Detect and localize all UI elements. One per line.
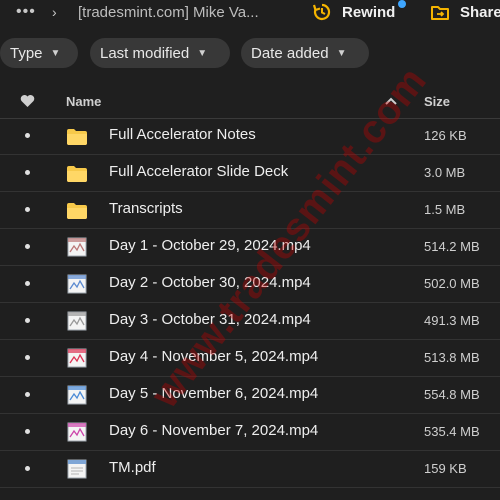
folder-icon <box>67 166 87 182</box>
file-size: 1.5 MB <box>424 202 466 217</box>
file-name: TM.pdf <box>109 459 156 476</box>
file-size: 491.3 MB <box>424 313 480 328</box>
last-modified-filter-label: Last modified <box>100 44 190 62</box>
table-row[interactable]: Day 4 - November 5, 2024.mp4 513.8 MB <box>0 340 500 377</box>
file-size: 554.8 MB <box>424 387 480 402</box>
chevron-down-icon: ▼ <box>336 47 347 59</box>
file-size: 513.8 MB <box>424 350 480 365</box>
table-row[interactable]: Day 5 - November 6, 2024.mp4 554.8 MB <box>0 377 500 414</box>
more-options-button[interactable]: ••• <box>16 3 36 21</box>
breadcrumb[interactable]: [tradesmint.com] Mike Va... <box>78 4 259 21</box>
row-status-dot <box>25 392 30 397</box>
row-status-dot <box>25 170 30 175</box>
sort-ascending-icon[interactable] <box>385 96 397 106</box>
table-row[interactable]: Transcripts 1.5 MB <box>0 192 500 229</box>
file-size: 126 KB <box>424 128 467 143</box>
top-bar: ••• › [tradesmint.com] Mike Va... Rewind… <box>0 0 500 28</box>
file-size: 3.0 MB <box>424 165 466 180</box>
table-header: Name Size <box>0 84 500 119</box>
video-thumbnail-icon <box>67 385 87 405</box>
file-name: Day 1 - October 29, 2024.mp4 <box>109 237 311 254</box>
date-added-filter-label: Date added <box>251 44 329 62</box>
file-name: Full Accelerator Slide Deck <box>109 163 289 180</box>
row-status-dot <box>25 466 30 471</box>
file-size: 535.4 MB <box>424 424 480 439</box>
file-name: Full Accelerator Notes <box>109 126 256 143</box>
share-label: Share <box>460 3 500 21</box>
chevron-down-icon: ▼ <box>50 47 61 59</box>
file-size: 502.0 MB <box>424 276 480 291</box>
share-button[interactable]: Share <box>430 2 500 22</box>
date-added-filter-chip[interactable]: Date added ▼ <box>241 38 369 68</box>
table-row[interactable]: Full Accelerator Slide Deck 3.0 MB <box>0 155 500 192</box>
video-thumbnail-icon <box>67 274 87 294</box>
row-status-dot <box>25 429 30 434</box>
table-row[interactable]: Day 2 - October 30, 2024.mp4 502.0 MB <box>0 266 500 303</box>
share-icon <box>431 6 449 20</box>
table-row[interactable]: Full Accelerator Notes 126 KB <box>0 118 500 155</box>
filter-bar: Type ▼ Last modified ▼ Date added ▼ <box>0 38 500 70</box>
file-name: Day 6 - November 7, 2024.mp4 <box>109 422 319 439</box>
rewind-icon <box>312 3 331 21</box>
file-size: 159 KB <box>424 461 467 476</box>
name-column-header[interactable]: Name <box>66 94 101 109</box>
chevron-down-icon: ▼ <box>197 47 208 59</box>
file-name: Day 5 - November 6, 2024.mp4 <box>109 385 319 402</box>
table-row[interactable]: Day 3 - October 31, 2024.mp4 491.3 MB <box>0 303 500 340</box>
favorite-heart-icon[interactable] <box>20 94 35 108</box>
last-modified-filter-chip[interactable]: Last modified ▼ <box>90 38 230 68</box>
row-status-dot <box>25 318 30 323</box>
breadcrumb-chevron-icon: › <box>52 4 57 20</box>
type-filter-label: Type <box>10 44 43 62</box>
row-status-dot <box>25 281 30 286</box>
row-status-dot <box>25 133 30 138</box>
row-status-dot <box>25 355 30 360</box>
file-name: Day 3 - October 31, 2024.mp4 <box>109 311 311 328</box>
size-column-header[interactable]: Size <box>424 94 450 109</box>
file-list: Full Accelerator Notes 126 KB Full Acceler… <box>0 118 500 488</box>
type-filter-chip[interactable]: Type ▼ <box>0 38 78 68</box>
file-name: Transcripts <box>109 200 183 217</box>
file-name: Day 4 - November 5, 2024.mp4 <box>109 348 319 365</box>
video-thumbnail-icon <box>67 348 87 368</box>
rewind-button[interactable]: Rewind <box>312 2 395 22</box>
folder-icon <box>67 129 87 145</box>
pdf-file-icon <box>67 459 87 479</box>
video-thumbnail-icon <box>67 237 87 257</box>
table-row[interactable]: TM.pdf 159 KB <box>0 451 500 488</box>
folder-icon <box>67 203 87 219</box>
rewind-label: Rewind <box>342 3 396 21</box>
notification-dot <box>398 0 406 8</box>
file-size: 514.2 MB <box>424 239 480 254</box>
video-thumbnail-icon <box>67 311 87 331</box>
row-status-dot <box>25 244 30 249</box>
table-row[interactable]: Day 6 - November 7, 2024.mp4 535.4 MB <box>0 414 500 451</box>
table-row[interactable]: Day 1 - October 29, 2024.mp4 514.2 MB <box>0 229 500 266</box>
video-thumbnail-icon <box>67 422 87 442</box>
row-status-dot <box>25 207 30 212</box>
file-name: Day 2 - October 30, 2024.mp4 <box>109 274 311 291</box>
